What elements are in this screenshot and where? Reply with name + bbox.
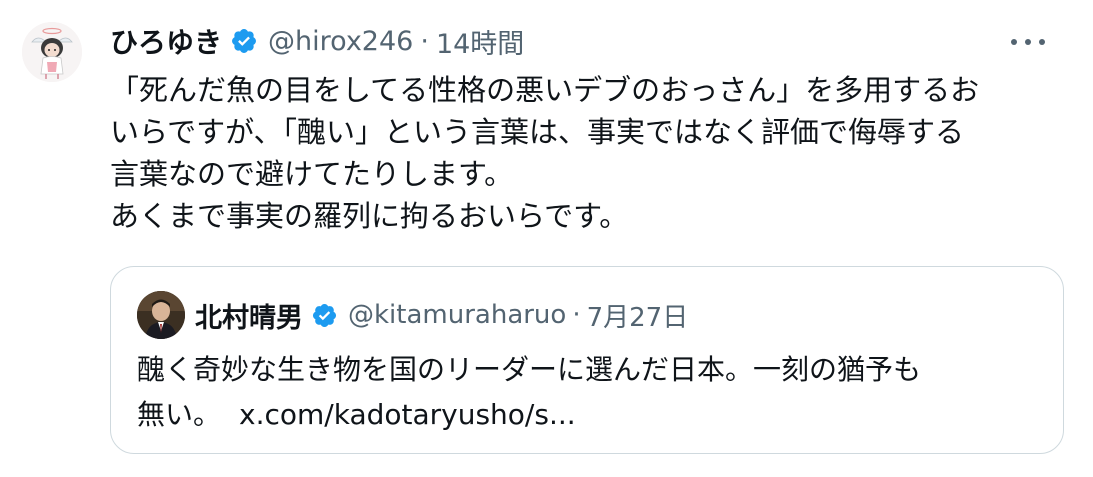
tweet: ひろゆき @hirox246 · 14時間 「死んだ魚の目をしてる性格の悪いデブ… xyxy=(0,0,1093,477)
quoted-tweet-card[interactable]: 北村晴男 @kitamuraharuo · 7月27日 醜く奇妙な生き物を国のリ… xyxy=(110,266,1064,454)
tweet-body-line: 言葉なので避けてたりします。 xyxy=(110,157,514,191)
quoted-tweet-link[interactable]: x.com/kadotaryusho/s... xyxy=(239,398,576,431)
quoted-tweet-timestamp[interactable]: 7月27日 xyxy=(587,297,689,334)
quoted-body-text: 無い。 xyxy=(137,398,222,431)
tweet-header: ひろゆき @hirox246 · 14時間 xyxy=(110,18,524,64)
more-dot xyxy=(1039,39,1045,45)
author-avatar[interactable] xyxy=(22,22,82,82)
quoted-author-handle[interactable]: @kitamuraharuo xyxy=(348,300,566,330)
tweet-body-line: 「死んだ魚の目をしてる性格の悪いデブのおっさん」を多用するお xyxy=(110,73,980,107)
more-icon[interactable] xyxy=(1011,30,1045,54)
verified-badge-icon xyxy=(230,27,258,55)
verified-badge-icon xyxy=(311,302,338,329)
tweet-body: 「死んだ魚の目をしてる性格の悪いデブのおっさん」を多用するお いらですが、「醜い… xyxy=(110,69,1070,237)
tweet-timestamp[interactable]: 14時間 xyxy=(436,22,524,61)
quoted-author-avatar[interactable] xyxy=(137,291,185,339)
quoted-body-line: 醜く奇妙な生き物を国のリーダーに選んだ日本。一刻の猶予も xyxy=(137,353,922,386)
quoted-avatar-photo xyxy=(137,291,185,339)
quoted-body-line-last: 無い。 x.com/kadotaryusho/s... xyxy=(137,392,1037,437)
avatar-illustration xyxy=(22,22,82,82)
header-separator: · xyxy=(420,25,429,57)
author-handle[interactable]: @hirox246 xyxy=(268,26,413,57)
tweet-body-line: いらですが、「醜い」という言葉は、事実ではなく評価で侮辱する xyxy=(110,115,965,149)
tweet-body-line: あくまで事実の羅列に拘るおいらです。 xyxy=(110,199,629,233)
more-dot xyxy=(1011,39,1017,45)
author-name[interactable]: ひろゆき xyxy=(110,21,222,61)
quoted-header-separator: · xyxy=(572,300,581,330)
more-dot xyxy=(1025,39,1031,45)
quoted-tweet-body: 醜く奇妙な生き物を国のリーダーに選んだ日本。一刻の猶予も 無い。 x.com/ka… xyxy=(137,347,1037,437)
quoted-author-name[interactable]: 北村晴男 xyxy=(195,296,303,335)
quoted-tweet-header: 北村晴男 @kitamuraharuo · 7月27日 xyxy=(195,293,688,337)
